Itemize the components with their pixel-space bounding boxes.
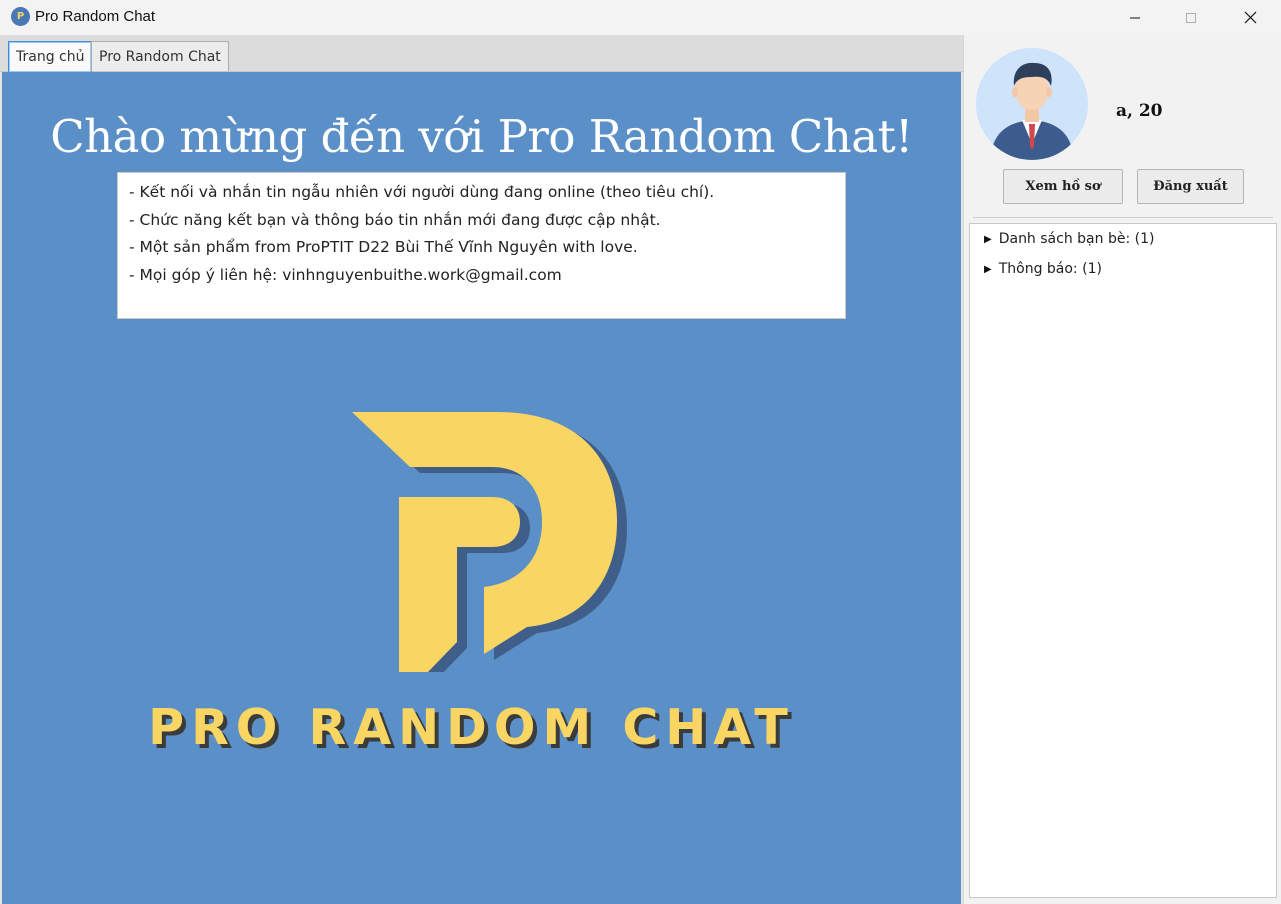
info-line: - Mọi góp ý liên hệ: vinhnguyenbuithe.wo… — [129, 265, 562, 284]
close-icon — [1244, 11, 1256, 24]
close-button[interactable] — [1227, 0, 1273, 35]
logout-button[interactable]: Đăng xuất — [1137, 169, 1244, 204]
main-panel: Trang chủ Pro Random Chat Chào mừng đến … — [0, 35, 963, 904]
brand-text: PRO RANDOM CHAT — [148, 699, 795, 756]
home-view: Chào mừng đến với Pro Random Chat! - Kết… — [2, 72, 961, 904]
view-profile-button[interactable]: Xem hồ sơ — [1003, 169, 1123, 204]
tree-item-label: Danh sách bạn bè: (1) — [998, 231, 1155, 247]
sidebar-tree: ▶ Danh sách bạn bè: (1) ▶ Thông báo: (1) — [969, 223, 1277, 898]
maximize-button[interactable] — [1168, 0, 1214, 35]
pro-random-chat-logo — [352, 412, 627, 672]
minimize-icon — [1130, 17, 1140, 18]
minimize-button[interactable] — [1112, 0, 1158, 35]
info-line: - Một sản phẩm from ProPTIT D22 Bùi Thế … — [129, 238, 638, 256]
tree-item-friends[interactable]: ▶ Danh sách bạn bè: (1) — [984, 231, 1154, 247]
app-logo-icon: P — [11, 7, 30, 26]
triangle-right-icon: ▶ — [984, 263, 992, 275]
user-name-age: a, 20 — [1116, 101, 1163, 121]
welcome-title: Chào mừng đến với Pro Random Chat! — [50, 110, 913, 163]
info-line: - Kết nối và nhắn tin ngẫu nhiên với ngư… — [129, 183, 715, 201]
title-bar: P Pro Random Chat — [0, 0, 1281, 35]
info-box: - Kết nối và nhắn tin ngẫu nhiên với ngư… — [117, 172, 846, 319]
user-avatar-icon — [976, 48, 1088, 160]
user-sidebar: a, 20 Xem hồ sơ Đăng xuất ▶ Danh sách bạ… — [963, 35, 1281, 904]
tree-item-notifications[interactable]: ▶ Thông báo: (1) — [984, 261, 1102, 277]
app-logo-letter: P — [16, 11, 25, 22]
info-line: - Chức năng kết bạn và thông báo tin nhắ… — [129, 210, 661, 229]
tree-item-label: Thông báo: (1) — [998, 261, 1102, 277]
maximize-icon — [1186, 12, 1196, 23]
tab-random-chat[interactable]: Pro Random Chat — [91, 41, 229, 71]
triangle-right-icon: ▶ — [984, 233, 992, 245]
window-title: Pro Random Chat — [35, 8, 156, 25]
separator — [973, 217, 1273, 218]
tab-home[interactable]: Trang chủ — [8, 41, 93, 72]
tab-strip: Trang chủ Pro Random Chat — [0, 35, 963, 72]
